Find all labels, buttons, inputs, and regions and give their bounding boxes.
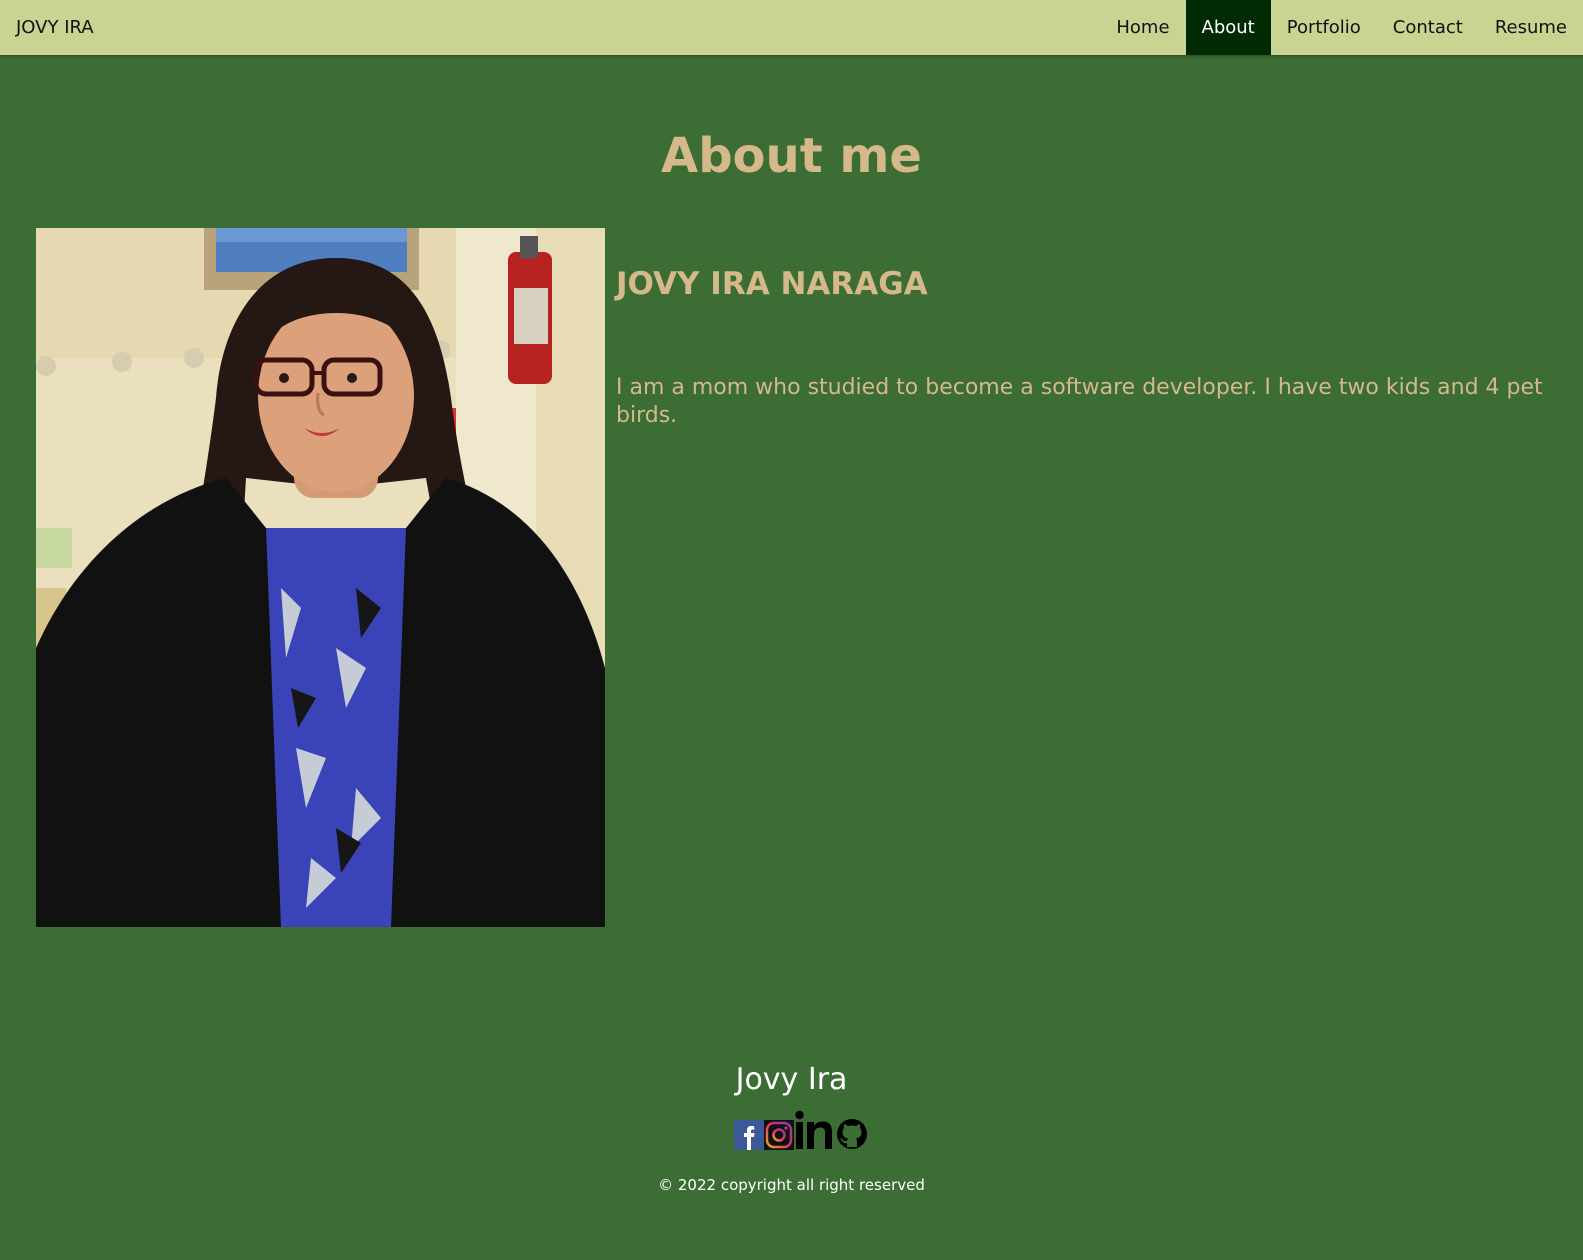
linkedin-icon[interactable] (794, 1110, 836, 1154)
facebook-icon[interactable] (734, 1120, 764, 1154)
person-name: JOVY IRA NARAGA (616, 266, 928, 302)
instagram-icon[interactable] (764, 1120, 794, 1154)
top-navbar: JOVY IRA Home About Portfolio Contact Re… (0, 0, 1583, 55)
social-links (734, 1110, 868, 1154)
footer-name: Jovy Ira (735, 1062, 848, 1097)
profile-photo (36, 228, 605, 927)
nav-link-home[interactable]: Home (1100, 0, 1185, 55)
nav-links: Home About Portfolio Contact Resume (1100, 0, 1583, 55)
nav-link-about[interactable]: About (1185, 0, 1271, 55)
nav-link-resume[interactable]: Resume (1479, 0, 1583, 55)
bio-text: I am a mom who studied to become a softw… (616, 375, 1543, 428)
nav-link-contact[interactable]: Contact (1377, 0, 1479, 55)
github-icon[interactable] (836, 1118, 868, 1154)
nav-link-portfolio[interactable]: Portfolio (1271, 0, 1377, 55)
brand-logo[interactable]: JOVY IRA (16, 0, 94, 55)
page-title: About me (661, 128, 922, 184)
copyright-text: © 2022 copyright all right reserved (658, 1176, 925, 1194)
